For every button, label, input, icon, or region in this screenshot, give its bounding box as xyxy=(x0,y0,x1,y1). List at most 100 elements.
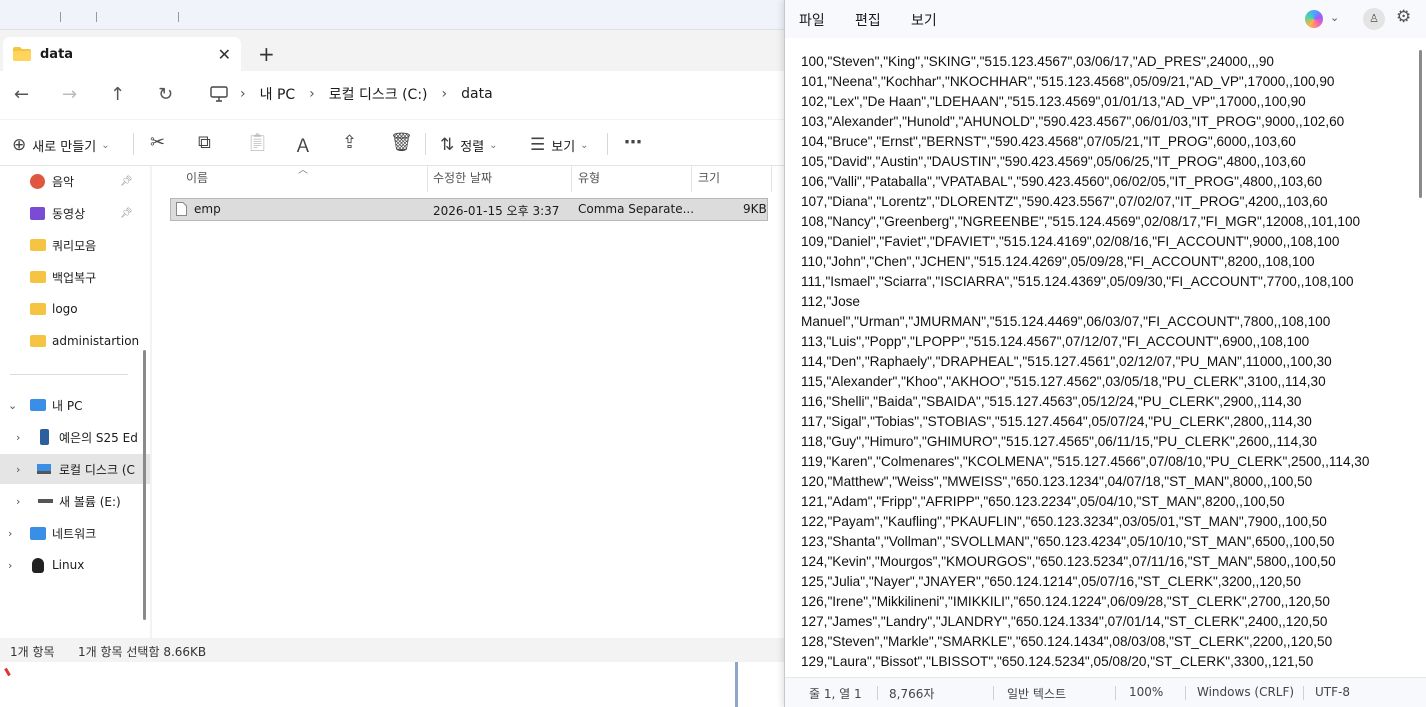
breadcrumb-item[interactable]: 로컬 디스크 (C:) xyxy=(329,84,428,104)
nav-item-admin-folder[interactable]: administartion xyxy=(0,326,150,356)
nav-item-label: 로컬 디스크 (C xyxy=(59,462,135,477)
text-line: 110,"John","Chen","JCHEN","515.124.4269"… xyxy=(801,254,1315,269)
breadcrumb-item[interactable]: 내 PC xyxy=(260,84,296,104)
text-line: 109,"Daniel","Faviet","DFAVIET","515.124… xyxy=(801,234,1340,249)
text-line: 104,"Bruce","Ernst","BERNST","590.423.45… xyxy=(801,134,1296,149)
breadcrumb[interactable]: › 내 PC › 로컬 디스크 (C:) › data xyxy=(210,84,493,104)
nav-item-label: administartion xyxy=(52,334,140,348)
text-line: 108,"Nancy","Greenberg","NGREENBE","515.… xyxy=(801,214,1361,229)
text-line: 115,"Alexander","Khoo","AKHOO","515.127.… xyxy=(801,374,1326,389)
forward-icon[interactable]: → xyxy=(62,84,77,105)
text-line: 125,"Julia","Nayer","JNAYER","650.124.12… xyxy=(801,574,1301,589)
nav-item-label: 내 PC xyxy=(52,398,83,413)
divider xyxy=(877,686,878,700)
video-icon xyxy=(30,206,45,220)
divider xyxy=(425,133,426,155)
pin-icon: 📌︎ xyxy=(120,175,133,187)
close-icon[interactable]: ✕ xyxy=(218,45,231,64)
nav-item-videos[interactable]: 동영상 📌︎ xyxy=(0,198,150,228)
editor-scrollbar[interactable] xyxy=(1419,50,1422,198)
nav-item-logo-folder[interactable]: logo xyxy=(0,294,150,324)
divider xyxy=(771,166,772,192)
nav-item-query-folder[interactable]: 쿼리모음 xyxy=(0,230,150,260)
file-type: Comma Separate... xyxy=(578,202,695,216)
delete-icon[interactable]: 🗑︎ xyxy=(390,132,413,153)
nav-item-linux[interactable]: › Linux xyxy=(0,550,150,580)
text-line: 129,"Laura","Bissot","LBISSOT","650.124.… xyxy=(801,654,1314,669)
file-size: 9KB xyxy=(743,202,767,216)
refresh-icon[interactable]: ↻ xyxy=(158,84,173,105)
text-line: 112,"Jose xyxy=(801,294,860,309)
nav-item-music[interactable]: 음악 📌︎ xyxy=(0,166,150,196)
status-bar: 1개 항목 1개 항목 선택함 8.66KB xyxy=(0,638,786,662)
nav-item-label: 백업복구 xyxy=(52,270,97,285)
phone-icon xyxy=(40,429,49,445)
nav-item-volume-e[interactable]: › 새 볼륨 (E:) xyxy=(0,486,150,516)
char-count: 8,766자 xyxy=(889,687,935,701)
up-icon[interactable]: ↑ xyxy=(110,84,125,105)
view-icon: ☰ xyxy=(530,135,546,155)
chevron-right-icon: › xyxy=(16,462,21,476)
share-icon[interactable]: ⇪ xyxy=(342,132,357,153)
back-icon[interactable]: ← xyxy=(14,84,29,105)
column-header-name[interactable]: 이름 xyxy=(186,169,208,186)
new-button[interactable]: ⊕ 새로 만들기 ⌄ xyxy=(12,135,110,155)
divider xyxy=(735,662,738,707)
chevron-right-icon: › xyxy=(16,494,21,508)
text-line: 120,"Matthew","Weiss","MWEISS","650.123.… xyxy=(801,474,1313,489)
gear-icon[interactable]: ⚙ xyxy=(1396,7,1411,27)
more-icon[interactable]: ⋯ xyxy=(624,132,642,153)
text-line: 116,"Shelli","Baida","SBAIDA","515.127.4… xyxy=(801,394,1302,409)
text-line: 118,"Guy","Himuro","GHIMURO","515.127.45… xyxy=(801,434,1317,449)
chevron-down-icon[interactable]: ⌄ xyxy=(1330,11,1339,24)
file-icon xyxy=(176,202,187,216)
divider xyxy=(427,166,428,192)
menu-file[interactable]: 파일 xyxy=(799,10,825,30)
rename-icon[interactable]: Ａ xyxy=(294,132,312,158)
column-header-type[interactable]: 유형 xyxy=(578,169,600,186)
view-button[interactable]: ☰ 보기 ⌄ xyxy=(530,135,589,155)
sort-button-label: 정렬 xyxy=(460,139,485,155)
account-avatar[interactable]: ♙ xyxy=(1363,8,1385,30)
column-header-modified[interactable]: 수정한 날짜 xyxy=(433,169,492,186)
nav-item-phone[interactable]: › 예은의 S25 Ed xyxy=(0,422,150,452)
text-line: 103,"Alexander","Hunold","AHUNOLD","590.… xyxy=(801,114,1345,129)
tab-title: data xyxy=(40,46,74,62)
file-name[interactable]: emp xyxy=(194,202,221,216)
text-line: 100,"Steven","King","SKING","515.123.456… xyxy=(801,54,1274,69)
nav-scrollbar[interactable] xyxy=(143,350,146,620)
copy-icon[interactable]: ⧉ xyxy=(198,132,211,153)
notepad-window: 파일 편집 보기 ⌄ ♙ ⚙ 100,"Steven","King","SKIN… xyxy=(784,0,1426,707)
cut-icon[interactable]: ✂ xyxy=(150,132,165,153)
text-line: 124,"Kevin","Mourgos","KMOURGOS","650.12… xyxy=(801,554,1336,569)
menu-edit[interactable]: 편집 xyxy=(855,10,881,30)
pc-icon xyxy=(30,399,46,411)
text-line: 114,"Den","Raphaely","DRAPHEAL","515.127… xyxy=(801,354,1332,369)
text-line: 113,"Luis","Popp","LPOPP","515.124.4567"… xyxy=(801,334,1310,349)
nav-item-label: 예은의 S25 Ed xyxy=(59,430,138,445)
nav-item-backup-folder[interactable]: 백업복구 xyxy=(0,262,150,292)
tab-data[interactable]: data ✕ xyxy=(3,37,241,71)
new-tab-button[interactable]: + xyxy=(258,42,275,66)
divider xyxy=(1303,686,1304,700)
text-line: 122,"Payam","Kaufling","PKAUFLIN","650.1… xyxy=(801,514,1327,529)
nav-item-this-pc[interactable]: ⌄ 내 PC xyxy=(0,390,150,420)
text-editor[interactable]: 100,"Steven","King","SKING","515.123.456… xyxy=(801,52,1411,670)
nav-item-label: Linux xyxy=(52,558,85,572)
nav-item-local-disk-c[interactable]: › 로컬 디스크 (C xyxy=(0,454,150,484)
menu-view[interactable]: 보기 xyxy=(911,10,937,30)
paste-icon[interactable]: 📋︎ xyxy=(246,132,269,153)
zoom-level[interactable]: 100% xyxy=(1129,685,1163,699)
nav-item-label: 동영상 xyxy=(52,206,86,221)
text-line: 101,"Neena","Kochhar","NKOCHHAR","515.12… xyxy=(801,74,1335,89)
file-explorer-window: data ✕ + ← → ↑ ↻ › 내 PC › 로컬 디스크 (C:) › … xyxy=(0,0,786,662)
breadcrumb-item[interactable]: data xyxy=(461,86,493,102)
nav-item-network[interactable]: › 네트워크 xyxy=(0,518,150,548)
monitor-icon xyxy=(210,86,228,102)
copilot-icon[interactable] xyxy=(1305,10,1323,28)
sort-button[interactable]: ⇅ 정렬 ⌄ xyxy=(440,135,498,155)
text-format: 일반 텍스트 xyxy=(1007,687,1067,701)
column-header-size[interactable]: 크기 xyxy=(698,169,720,186)
drive-icon xyxy=(38,499,53,503)
chevron-right-icon: › xyxy=(240,86,246,102)
